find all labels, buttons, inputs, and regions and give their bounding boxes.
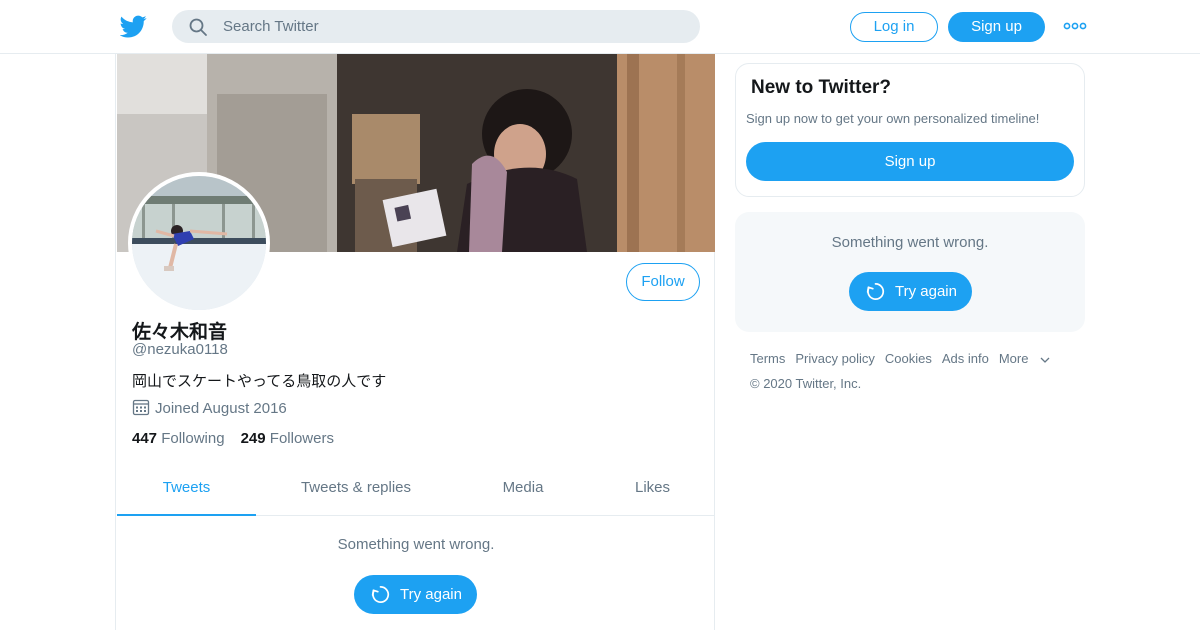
twitter-bird-logo-icon[interactable] — [120, 13, 147, 40]
profile-joined-date: Joined August 2016 — [132, 398, 287, 417]
more-options-icon[interactable] — [1063, 19, 1087, 33]
tab-tweets[interactable]: Tweets — [117, 462, 256, 516]
footer-link-ads-info[interactable]: Ads info — [942, 351, 989, 366]
followers-count: 249 — [240, 430, 266, 447]
top-navigation-bar: Search Twitter Log in Sign up — [0, 0, 1200, 54]
tab-media[interactable]: Media — [456, 462, 590, 516]
footer-link-cookies[interactable]: Cookies — [885, 351, 932, 366]
new-to-twitter-card: New to Twitter? Sign up now to get your … — [735, 63, 1085, 197]
profile-display-name: 佐々木和音 — [132, 322, 228, 343]
tab-tweets-and-replies[interactable]: Tweets & replies — [256, 462, 456, 516]
login-button[interactable]: Log in — [850, 12, 938, 42]
profile-handle: @nezuka0118 — [132, 341, 228, 358]
tab-likes[interactable]: Likes — [590, 462, 715, 516]
profile-tabs: Tweets Tweets & replies Media Likes — [117, 462, 715, 516]
following-label: Following — [161, 430, 225, 447]
followers-link[interactable]: 249 Followers — [241, 430, 334, 447]
search-bar[interactable]: Search Twitter — [172, 10, 700, 43]
profile-bio: 岡山でスケートやってる鳥取の人です — [132, 373, 387, 390]
profile-column: Follow 佐々木和音 @nezuka0118 岡山でスケートやってる鳥取の人… — [115, 54, 715, 630]
sidebar-try-again-button[interactable]: Try again — [849, 272, 972, 311]
footer-link-terms[interactable]: Terms — [750, 351, 785, 366]
footer-more-label: More — [998, 351, 1029, 366]
sidebar-signup-button[interactable]: Sign up — [746, 142, 1074, 181]
chevron-down-icon — [1040, 357, 1050, 363]
sidebar-error-message: Something went wrong. — [831, 234, 989, 251]
follow-button[interactable]: Follow — [626, 263, 700, 301]
signup-button[interactable]: Sign up — [948, 12, 1045, 42]
sidebar-error-card: Something went wrong. Try again — [735, 212, 1085, 332]
new-to-twitter-title: New to Twitter? — [751, 77, 892, 98]
following-count: 447 — [132, 430, 158, 447]
search-input[interactable]: Search Twitter — [223, 18, 319, 35]
refresh-icon — [371, 586, 390, 603]
timeline-error-message: Something went wrong. — [337, 536, 495, 553]
profile-avatar[interactable] — [128, 172, 270, 314]
joined-date-text: Joined August 2016 — [155, 400, 287, 417]
try-again-label: Try again — [400, 586, 462, 603]
footer-link-privacy[interactable]: Privacy policy — [795, 351, 874, 366]
calendar-icon — [132, 399, 150, 416]
timeline-try-again-button[interactable]: Try again — [354, 575, 477, 614]
new-to-twitter-subtitle: Sign up now to get your own personalized… — [746, 111, 1040, 126]
search-icon — [189, 18, 207, 36]
refresh-icon — [866, 283, 885, 300]
footer-copyright: © 2020 Twitter, Inc. — [750, 376, 862, 391]
following-link[interactable]: 447 Following — [132, 430, 225, 447]
profile-stats: 447 Following 249 Followers — [132, 430, 334, 447]
footer: Terms Privacy policy Cookies Ads info More ©… — [750, 351, 1080, 391]
followers-label: Followers — [269, 430, 334, 447]
try-again-label: Try again — [895, 283, 957, 300]
footer-link-more[interactable]: More — [999, 351, 1051, 366]
